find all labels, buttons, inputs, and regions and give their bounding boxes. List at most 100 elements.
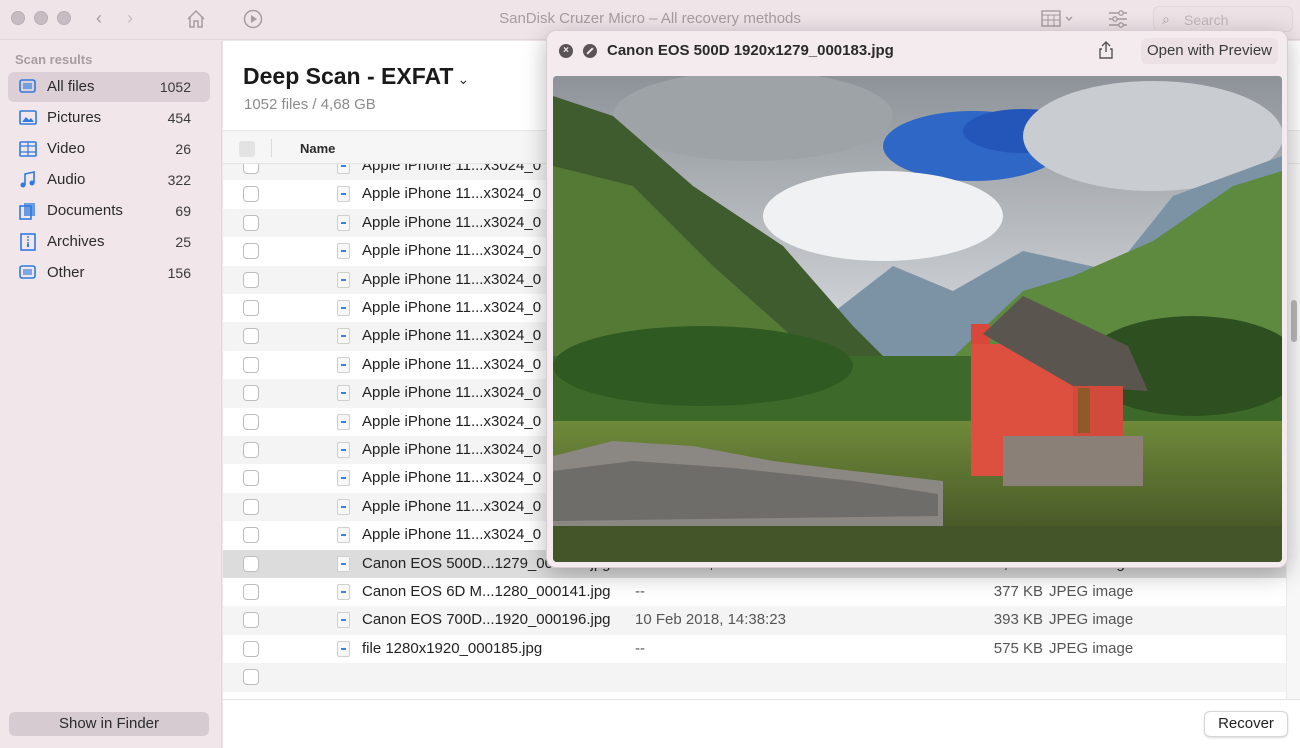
scroll-thumb[interactable]: [1291, 300, 1297, 342]
jpeg-file-icon: [337, 356, 350, 373]
table-row[interactable]: Canon EOS 6D M...1280_000141.jpg -- 377 KB…: [223, 578, 1286, 606]
row-checkbox[interactable]: [243, 385, 259, 402]
scan-title: Deep Scan - EXFAT: [243, 63, 454, 89]
row-checkbox[interactable]: [243, 356, 259, 373]
scan-title-dropdown[interactable]: Deep Scan - EXFAT ⌄: [243, 63, 469, 90]
select-all-checkbox[interactable]: [239, 141, 255, 157]
file-date: --: [635, 583, 645, 600]
file-name: Apple iPhone 11...x3024_0: [362, 469, 542, 487]
preview-image: [553, 76, 1282, 562]
sidebar-item-documents[interactable]: Documents 69: [8, 196, 210, 226]
row-checkbox[interactable]: [243, 527, 259, 544]
row-checkbox[interactable]: [243, 669, 259, 686]
show-in-finder-button[interactable]: Show in Finder: [9, 712, 209, 736]
sidebar-item-label: Other: [47, 264, 85, 281]
jpeg-file-icon: [337, 413, 350, 430]
jpeg-file-icon: [337, 300, 350, 316]
sidebar-item-all-files[interactable]: All files 1052: [8, 72, 210, 102]
jpeg-file-icon: [337, 243, 350, 260]
row-checkbox[interactable]: [243, 442, 259, 458]
file-name: Apple iPhone 11...x3024_0: [362, 497, 542, 515]
open-with-preview-button[interactable]: Open with Preview: [1140, 38, 1278, 64]
file-size: 393 KB: [993, 611, 1043, 629]
row-checkbox[interactable]: [243, 555, 259, 572]
row-checkbox[interactable]: [243, 498, 259, 515]
file-name: Apple iPhone 11...x3024_0: [362, 185, 542, 203]
file-name: Apple iPhone 11...x3024_0: [362, 526, 542, 544]
table-row[interactable]: [223, 663, 1286, 692]
sidebar-item-video[interactable]: Video 26: [8, 134, 210, 164]
fullscreen-icon[interactable]: [583, 44, 597, 58]
jpeg-file-icon: [337, 271, 350, 288]
file-kind: JPEG image: [1049, 639, 1134, 657]
row-checkbox[interactable]: [243, 214, 259, 231]
share-icon[interactable]: [1097, 40, 1115, 60]
other-icon: [19, 264, 37, 282]
sidebar-item-count: 69: [175, 203, 191, 219]
audio-icon: [19, 171, 37, 189]
jpeg-file-icon: [337, 527, 350, 544]
close-preview-icon[interactable]: ×: [559, 44, 573, 58]
table-row[interactable]: Canon EOS 700D...1920_000196.jpg 10 Feb 2…: [223, 606, 1286, 635]
jpeg-file-icon: [337, 214, 350, 231]
sidebar-item-audio[interactable]: Audio 322: [8, 165, 210, 195]
file-kind: JPEG image: [1049, 583, 1134, 600]
row-checkbox[interactable]: [243, 164, 259, 174]
jpeg-file-icon: [337, 385, 350, 402]
file-name: Apple iPhone 11...x3024_0: [362, 164, 542, 174]
sidebar-item-archives[interactable]: Archives 25: [8, 227, 210, 257]
jpeg-file-icon: [337, 442, 350, 458]
sidebar-item-label: Video: [47, 140, 86, 157]
column-header-name[interactable]: Name: [300, 141, 335, 156]
jpeg-file-icon: [337, 498, 350, 515]
file-name: Canon EOS 6D M...1280_000141.jpg: [362, 583, 611, 600]
jpeg-file-icon: [337, 555, 350, 572]
documents-icon: [19, 202, 37, 220]
row-checkbox[interactable]: [243, 612, 259, 629]
file-name: Apple iPhone 11...x3024_0: [362, 327, 542, 345]
file-size: 575 KB: [993, 639, 1043, 657]
file-name: Apple iPhone 11...x3024_0: [362, 355, 542, 373]
file-name: Apple iPhone 11...x3024_0: [362, 441, 542, 458]
row-checkbox[interactable]: [243, 271, 259, 288]
row-checkbox[interactable]: [243, 300, 259, 316]
row-checkbox[interactable]: [243, 413, 259, 430]
row-checkbox[interactable]: [243, 328, 259, 345]
sidebar-item-count: 25: [175, 234, 191, 250]
file-kind: JPEG image: [1049, 611, 1134, 629]
jpeg-file-icon: [337, 640, 350, 657]
jpeg-file-icon: [337, 470, 350, 487]
sidebar: Scan results All files 1052 Pictures 454…: [0, 41, 222, 748]
video-icon: [19, 140, 37, 158]
sidebar-item-label: All files: [47, 78, 95, 95]
file-name: Apple iPhone 11...x3024_0: [362, 384, 542, 402]
column-separator: [271, 139, 272, 157]
sidebar-item-other[interactable]: Other 156: [8, 258, 210, 288]
sidebar-item-count: 1052: [159, 79, 191, 95]
sidebar-item-label: Archives: [47, 233, 105, 250]
file-date: --: [635, 639, 645, 657]
jpeg-file-icon: [337, 164, 350, 174]
quick-look-preview: × Canon EOS 500D 1920x1279_000183.jpg Op…: [546, 30, 1288, 568]
sidebar-heading: Scan results: [15, 52, 93, 67]
row-checkbox[interactable]: [243, 640, 259, 657]
file-name: Apple iPhone 11...x3024_0: [362, 242, 542, 260]
row-checkbox[interactable]: [243, 584, 259, 600]
jpeg-file-icon: [337, 186, 350, 203]
sidebar-item-pictures[interactable]: Pictures 454: [8, 103, 210, 133]
file-name: Apple iPhone 11...x3024_0: [362, 412, 542, 430]
recover-button[interactable]: Recover: [1204, 711, 1288, 737]
sidebar-item-count: 26: [175, 141, 191, 157]
row-checkbox[interactable]: [243, 186, 259, 203]
pictures-icon: [19, 109, 37, 127]
table-row[interactable]: file 1280x1920_000185.jpg -- 575 KB JPEG im…: [223, 635, 1286, 663]
window-title: SanDisk Cruzer Micro – All recovery meth…: [499, 10, 801, 27]
row-checkbox[interactable]: [243, 243, 259, 260]
row-checkbox[interactable]: [243, 470, 259, 487]
search-input[interactable]: ⌕ Search: [1153, 6, 1293, 32]
vertical-scrollbar[interactable]: [1286, 164, 1300, 699]
view-options-icon[interactable]: [1041, 10, 1075, 32]
scan-summary: 1052 files / 4,68 GB: [244, 96, 376, 113]
footer: Recover: [223, 699, 1300, 748]
sidebar-item-label: Pictures: [47, 109, 102, 126]
